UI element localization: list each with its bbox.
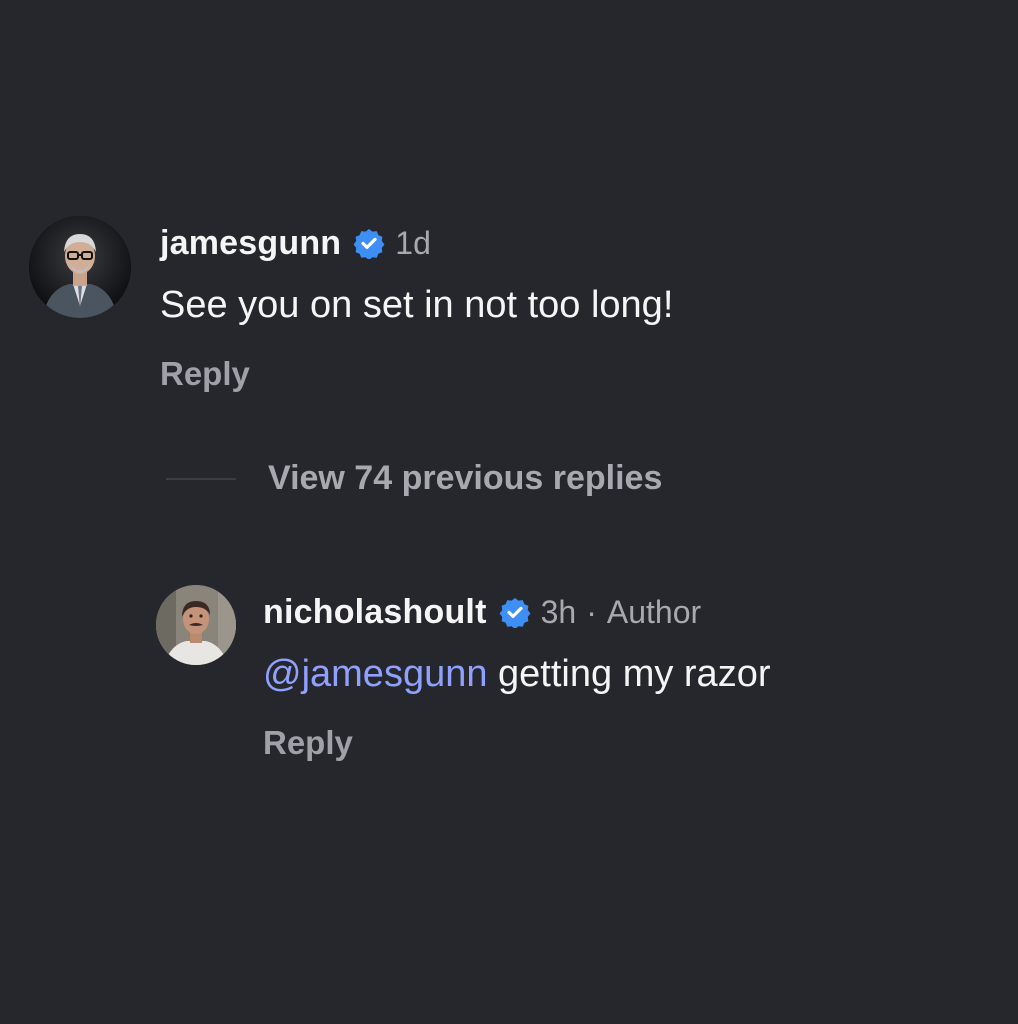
comments-thread: jamesgunn 1d See you on set in not too l… bbox=[0, 0, 1018, 1024]
avatar[interactable] bbox=[156, 585, 236, 665]
verified-badge-icon bbox=[353, 229, 385, 259]
comment-text: See you on set in not too long! bbox=[160, 284, 674, 326]
comment-jamesgunn: jamesgunn 1d See you on set in not too l… bbox=[29, 216, 673, 393]
mention-link[interactable]: @jamesgunn bbox=[263, 653, 487, 695]
comment-meta: jamesgunn 1d bbox=[160, 222, 673, 264]
reply-button[interactable]: Reply bbox=[160, 355, 673, 393]
timestamp: 3h bbox=[540, 593, 577, 630]
comment-nicholashoult: nicholashoult 3h · Author @jamesgunn get… bbox=[156, 585, 770, 762]
comment-meta: nicholashoult 3h · Author bbox=[263, 591, 770, 633]
view-previous-replies[interactable]: View 74 previous replies bbox=[166, 459, 662, 498]
profile-photo-icon bbox=[156, 585, 236, 665]
avatar[interactable] bbox=[29, 216, 131, 318]
username[interactable]: jamesgunn bbox=[160, 224, 341, 263]
reply-button[interactable]: Reply bbox=[263, 724, 770, 762]
comment-body: nicholashoult 3h · Author @jamesgunn get… bbox=[263, 591, 770, 762]
divider bbox=[166, 477, 236, 480]
verified-badge-icon bbox=[499, 598, 531, 628]
username[interactable]: nicholashoult bbox=[263, 593, 487, 632]
comment-body: jamesgunn 1d See you on set in not too l… bbox=[160, 222, 673, 393]
view-replies-label[interactable]: View 74 previous replies bbox=[268, 459, 662, 498]
author-tag: Author bbox=[606, 593, 702, 630]
comment-text-body: getting my razor bbox=[487, 653, 771, 695]
comment-text: @jamesgunn getting my razor bbox=[263, 653, 770, 696]
timestamp: 1d bbox=[395, 224, 431, 261]
profile-photo-icon bbox=[29, 216, 131, 318]
separator: · bbox=[586, 593, 597, 630]
